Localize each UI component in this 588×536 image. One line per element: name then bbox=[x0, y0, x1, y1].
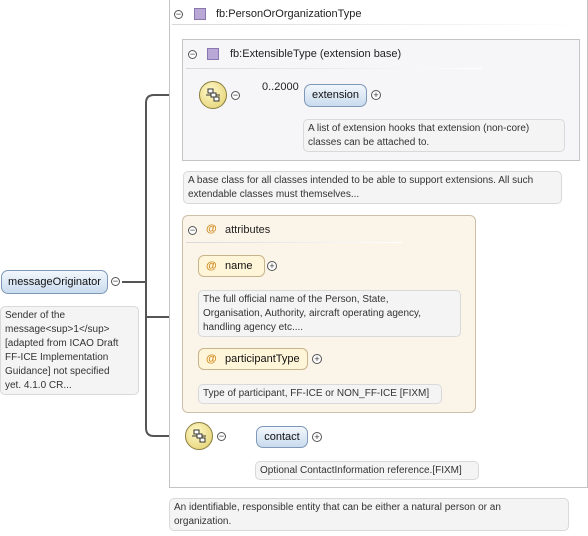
extension-cardinality: 0..2000 bbox=[262, 81, 299, 93]
attributes-at-icon: @ bbox=[206, 223, 217, 235]
collapse-attributes-icon[interactable]: − bbox=[188, 226, 197, 235]
collapse-root-icon[interactable]: − bbox=[111, 277, 120, 286]
attribute-name[interactable]: @ name bbox=[198, 255, 265, 277]
type-header-rule bbox=[172, 24, 582, 25]
attribute-participant-type-label: participantType bbox=[225, 353, 300, 365]
attribute-at-icon: @ bbox=[206, 260, 217, 272]
expand-name-icon[interactable]: + bbox=[267, 261, 277, 271]
expand-contact-icon[interactable]: + bbox=[312, 432, 322, 442]
collapse-contact-sequence-icon[interactable]: − bbox=[217, 432, 226, 441]
contact-element[interactable]: contact bbox=[256, 426, 308, 448]
attributes-header-rule bbox=[186, 242, 402, 243]
collapse-type-icon[interactable]: − bbox=[174, 10, 183, 19]
type-name: fb:PersonOrOrganizationType bbox=[216, 8, 362, 20]
extension-element[interactable]: extension bbox=[304, 84, 367, 107]
root-doc: Sender of the message<sup>1</sup> [adapted… bbox=[0, 306, 139, 395]
expand-extension-icon[interactable]: + bbox=[371, 90, 381, 100]
attribute-name-label: name bbox=[225, 260, 253, 272]
contact-doc: Optional ContactInformation reference.[F… bbox=[255, 461, 479, 480]
extension-doc: A list of extension hooks that extension… bbox=[303, 119, 565, 152]
expand-participant-type-icon[interactable]: + bbox=[312, 354, 322, 364]
collapse-sequence-icon[interactable]: − bbox=[231, 91, 240, 100]
collapse-base-icon[interactable]: − bbox=[188, 50, 197, 59]
base-header-rule bbox=[186, 68, 482, 69]
complex-type-icon bbox=[194, 8, 206, 20]
base-type-icon bbox=[207, 48, 219, 60]
attribute-at-icon: @ bbox=[206, 353, 217, 365]
attributes-title: attributes bbox=[225, 224, 271, 236]
base-type-doc: A base class for all classes intended to… bbox=[183, 171, 562, 204]
sequence-compositor-icon[interactable] bbox=[185, 422, 213, 450]
attribute-participant-type[interactable]: @ participantType bbox=[198, 348, 308, 370]
type-doc: An identifiable, responsible entity that… bbox=[169, 498, 569, 531]
root-element[interactable]: messageOriginator bbox=[1, 270, 108, 294]
attribute-name-doc: The full official name of the Person, St… bbox=[198, 290, 461, 337]
sequence-compositor-icon[interactable] bbox=[199, 81, 227, 109]
attribute-participant-type-doc: Type of participant, FF-ICE or NON_FF-IC… bbox=[198, 384, 442, 404]
base-type-name: fb:ExtensibleType (extension base) bbox=[230, 48, 402, 60]
